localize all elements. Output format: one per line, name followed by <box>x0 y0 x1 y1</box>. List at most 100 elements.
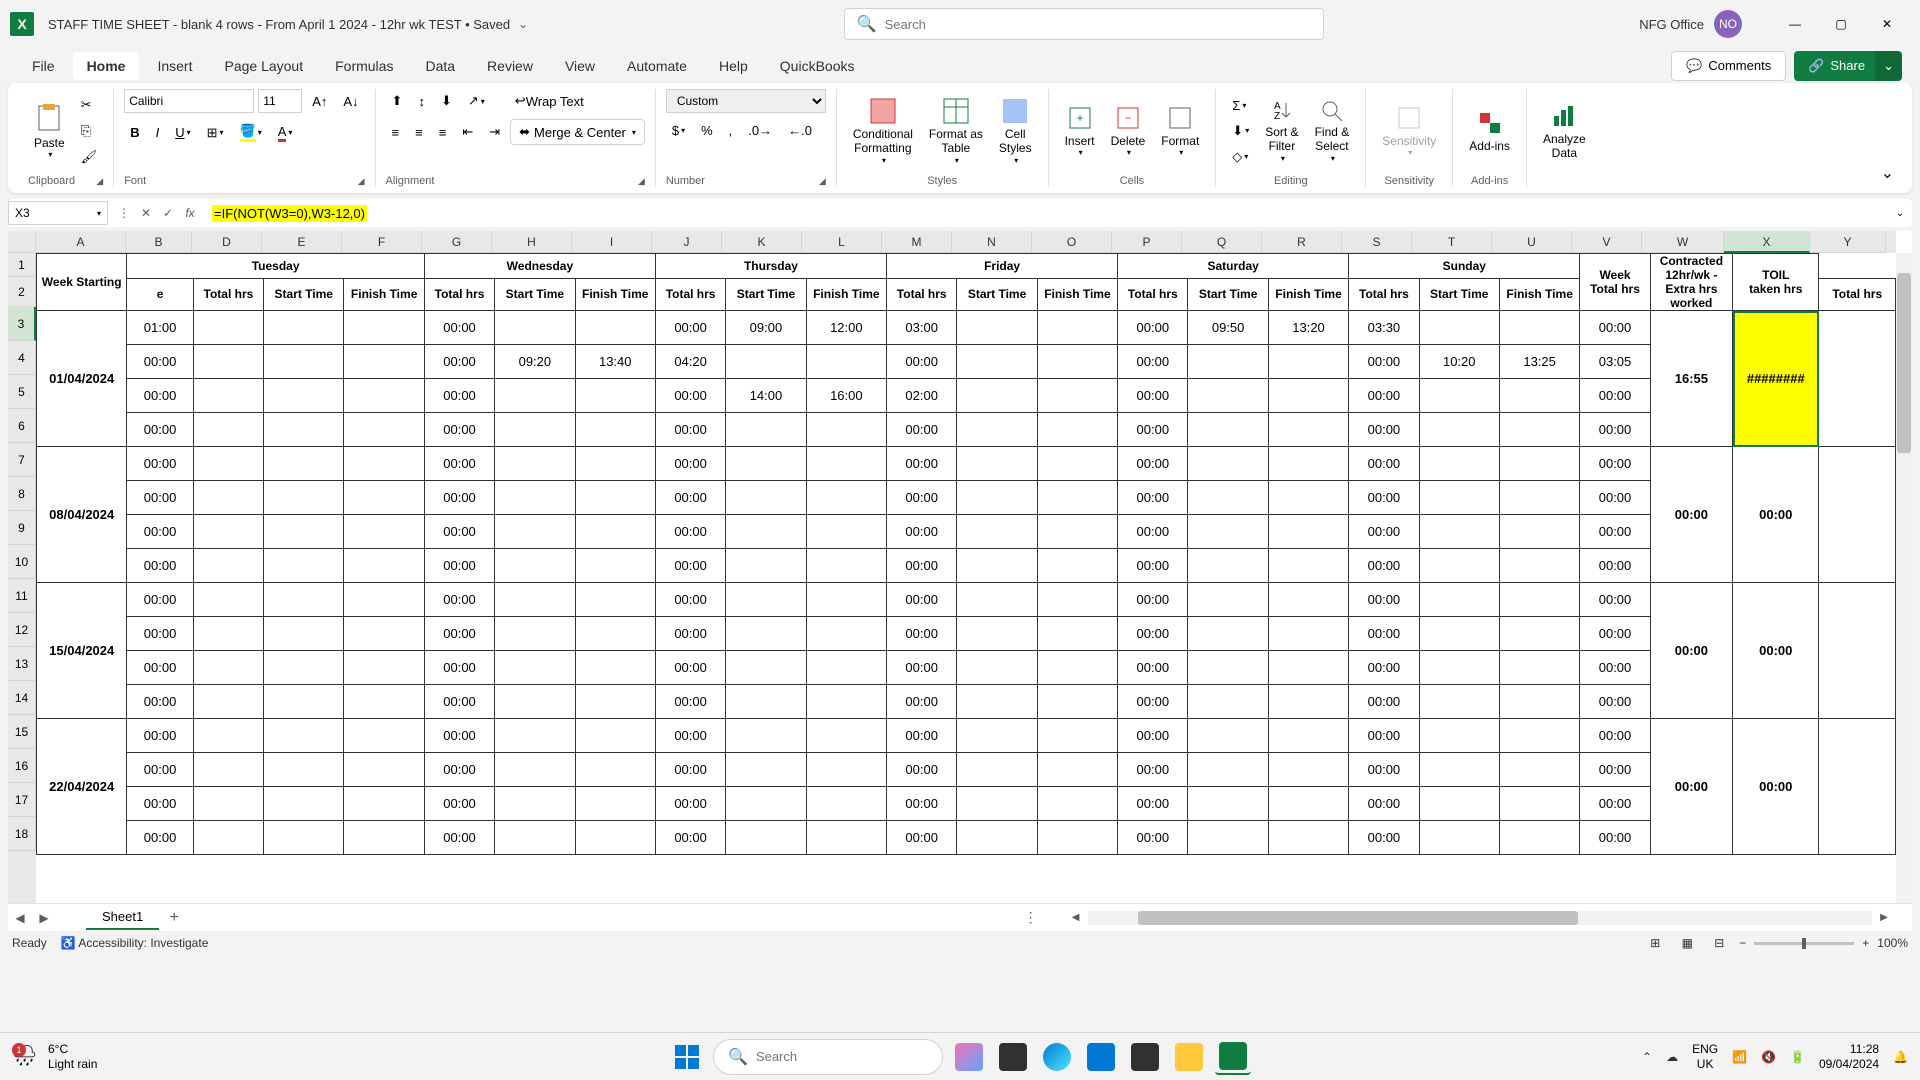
cell[interactable] <box>1419 481 1499 515</box>
alignment-launcher[interactable]: ◢ <box>638 176 645 187</box>
row-header-10[interactable]: 10 <box>8 545 36 579</box>
cell[interactable] <box>264 515 344 549</box>
cell[interactable] <box>1037 515 1117 549</box>
autosum-button[interactable]: Σ▾ <box>1226 94 1255 117</box>
cell[interactable]: 00:00 <box>655 753 725 787</box>
column-header-H[interactable]: H <box>492 231 572 253</box>
cell[interactable] <box>193 821 263 855</box>
cell[interactable] <box>1499 549 1579 583</box>
maximize-button[interactable]: ▢ <box>1818 8 1864 40</box>
cell[interactable] <box>344 379 424 413</box>
cell[interactable] <box>1419 617 1499 651</box>
cell[interactable] <box>957 787 1037 821</box>
cell[interactable] <box>264 651 344 685</box>
cell[interactable]: 00:00 <box>127 753 193 787</box>
user-avatar[interactable]: NO <box>1714 10 1742 38</box>
cell[interactable]: 16:00 <box>806 379 886 413</box>
sheet-tab-sheet1[interactable]: Sheet1 <box>86 905 159 930</box>
align-left-button[interactable]: ≡ <box>386 119 406 145</box>
column-header-I[interactable]: I <box>572 231 652 253</box>
cell[interactable]: 00:00 <box>887 481 957 515</box>
cell[interactable] <box>495 549 575 583</box>
cell[interactable]: 00:00 <box>1580 753 1650 787</box>
close-button[interactable]: ✕ <box>1864 8 1910 40</box>
cell[interactable] <box>957 549 1037 583</box>
cell[interactable] <box>495 617 575 651</box>
zoom-slider[interactable] <box>1754 942 1854 945</box>
cell[interactable]: 00:00 <box>127 379 193 413</box>
cell[interactable]: 00:00 <box>1118 617 1188 651</box>
merge-center-button[interactable]: ⬌ Merge & Center ▾ <box>510 119 645 145</box>
format-cells-button[interactable]: Format▾ <box>1155 102 1205 160</box>
cell-styles-button[interactable]: Cell Styles▾ <box>993 95 1038 167</box>
number-format-select[interactable]: Custom <box>666 89 826 113</box>
cell[interactable] <box>1188 617 1268 651</box>
number-launcher[interactable]: ◢ <box>819 176 826 187</box>
cell[interactable]: 00:00 <box>1118 719 1188 753</box>
tray-wifi-icon[interactable]: 📶 <box>1732 1050 1747 1064</box>
cell[interactable]: 03:05 <box>1580 345 1650 379</box>
cell[interactable] <box>1499 447 1579 481</box>
cell[interactable] <box>344 821 424 855</box>
cell[interactable]: 10:20 <box>1419 345 1499 379</box>
cell[interactable]: 00:00 <box>1349 515 1419 549</box>
cell[interactable] <box>1419 549 1499 583</box>
column-header-V[interactable]: V <box>1572 231 1642 253</box>
cell[interactable]: 09:00 <box>726 311 806 345</box>
cell[interactable]: 00:00 <box>887 447 957 481</box>
hscroll-right[interactable]: ▶ <box>1876 912 1892 923</box>
cell[interactable] <box>344 583 424 617</box>
row-header-6[interactable]: 6 <box>8 409 36 443</box>
sheet-options[interactable]: ⋮ <box>1014 909 1048 926</box>
cell[interactable]: 00:00 <box>887 821 957 855</box>
cell[interactable]: 00:00 <box>424 821 494 855</box>
column-header-B[interactable]: B <box>126 231 192 253</box>
hscroll-left[interactable]: ◀ <box>1068 912 1084 923</box>
cell[interactable] <box>1188 413 1268 447</box>
cell[interactable]: 00:00 <box>1118 379 1188 413</box>
cell[interactable]: 00:00 <box>127 821 193 855</box>
cell[interactable]: 00:00 <box>127 515 193 549</box>
cell[interactable] <box>264 787 344 821</box>
cell[interactable] <box>1188 753 1268 787</box>
taskbar-app-copilot[interactable] <box>951 1039 987 1075</box>
cell[interactable]: 00:00 <box>887 651 957 685</box>
cell[interactable] <box>1268 345 1348 379</box>
cell[interactable]: 13:20 <box>1268 311 1348 345</box>
cell[interactable] <box>193 481 263 515</box>
cell[interactable] <box>1419 753 1499 787</box>
wrap-text-button[interactable]: ↩ Wrap Text <box>509 89 590 113</box>
cell[interactable] <box>495 719 575 753</box>
cell[interactable]: 00:00 <box>424 311 494 345</box>
format-painter-button[interactable]: 🖌 <box>75 145 104 169</box>
row-header-16[interactable]: 16 <box>8 749 36 783</box>
cell[interactable]: 00:00 <box>887 787 957 821</box>
cell[interactable] <box>193 753 263 787</box>
taskbar-app-edge[interactable] <box>1039 1039 1075 1075</box>
cut-button[interactable]: ✂ <box>75 93 104 117</box>
cell[interactable]: 00:00 <box>655 447 725 481</box>
cell[interactable] <box>575 753 655 787</box>
column-header-K[interactable]: K <box>722 231 802 253</box>
cell[interactable] <box>1188 549 1268 583</box>
cell[interactable] <box>193 787 263 821</box>
column-header-M[interactable]: M <box>882 231 952 253</box>
cell[interactable]: 00:00 <box>1580 583 1650 617</box>
borders-button[interactable]: ⊞▾ <box>201 119 230 146</box>
cell[interactable] <box>495 515 575 549</box>
cell[interactable] <box>575 549 655 583</box>
cell[interactable] <box>726 787 806 821</box>
cell[interactable]: 00:00 <box>424 651 494 685</box>
select-all-corner[interactable] <box>8 231 36 253</box>
copy-button[interactable]: ⎘ <box>75 119 104 143</box>
cell[interactable]: 00:00 <box>1349 821 1419 855</box>
cell[interactable] <box>193 379 263 413</box>
analyze-data-button[interactable]: Analyze Data <box>1537 100 1592 163</box>
cell[interactable] <box>957 617 1037 651</box>
row-header-1[interactable]: 1 <box>8 253 36 277</box>
cell[interactable] <box>1499 583 1579 617</box>
font-name-select[interactable] <box>124 89 254 113</box>
tab-file[interactable]: File <box>18 52 69 80</box>
column-header-L[interactable]: L <box>802 231 882 253</box>
column-header-Y[interactable]: Y <box>1810 231 1886 253</box>
